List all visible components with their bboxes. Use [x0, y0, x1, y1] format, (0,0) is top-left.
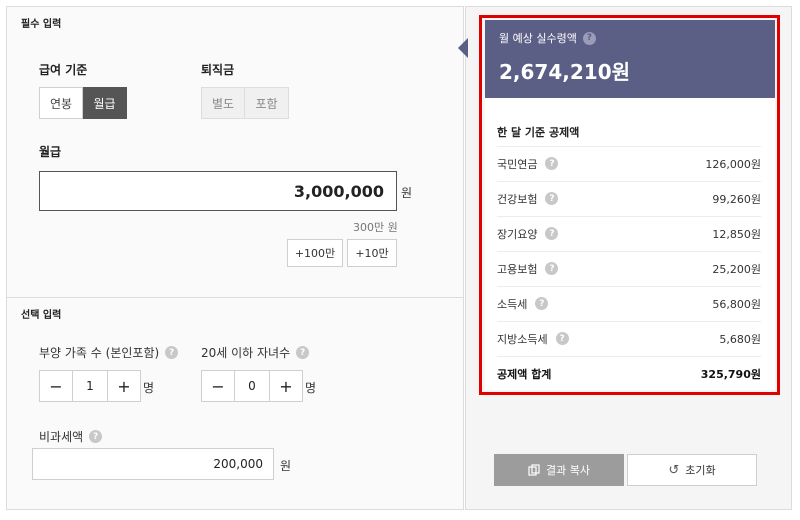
nontaxable-label-text: 비과세액 [39, 430, 84, 444]
required-section: 필수 입력 급여 기준 연봉 월급 퇴직금 별도 포함 월급 3,000,000… [7, 7, 463, 297]
monthly-salary-unit: 원 [401, 186, 413, 200]
children-label: 20세 이하 자녀수 ? [201, 344, 310, 361]
highlight-box [479, 15, 780, 395]
reset-label: 초기화 [685, 464, 716, 477]
nontaxable-label: 비과세액 ? [39, 428, 103, 445]
copy-result-button[interactable]: 결과 복사 [494, 454, 624, 486]
add-1m-button[interactable]: +100만 [287, 239, 343, 267]
input-panel: 필수 입력 급여 기준 연봉 월급 퇴직금 별도 포함 월급 3,000,000… [6, 6, 464, 510]
reset-button[interactable]: ↺ 초기화 [627, 454, 757, 486]
nontaxable-input[interactable]: 200,000 [32, 448, 274, 480]
children-value[interactable]: 0 [234, 371, 270, 401]
plus-icon[interactable]: + [108, 371, 140, 401]
dependents-label: 부양 가족 수 (본인포함) ? [39, 344, 179, 361]
monthly-salary-input[interactable]: 3,000,000 [39, 171, 397, 211]
dependents-stepper: − 1 + [39, 370, 141, 402]
question-icon[interactable]: ? [165, 346, 179, 359]
children-unit: 명 [305, 381, 317, 395]
optional-section-title: 선택 입력 [21, 310, 62, 321]
pay-basis-monthly-option[interactable]: 월급 [83, 87, 127, 119]
dependents-value[interactable]: 1 [72, 371, 108, 401]
pay-basis-annual-option[interactable]: 연봉 [39, 87, 83, 119]
question-icon[interactable]: ? [89, 430, 103, 443]
severance-toggle: 별도 포함 [201, 87, 289, 119]
severance-separate-option[interactable]: 별도 [201, 87, 245, 119]
minus-icon[interactable]: − [202, 371, 234, 401]
nontaxable-unit: 원 [280, 459, 292, 473]
panel-pointer [458, 38, 468, 58]
copy-icon [528, 464, 540, 476]
add-100k-button[interactable]: +10만 [347, 239, 397, 267]
required-section-title: 필수 입력 [21, 19, 62, 30]
pay-basis-label: 급여 기준 [39, 63, 88, 77]
pay-basis-toggle: 연봉 월급 [39, 87, 127, 119]
refresh-icon: ↺ [668, 462, 680, 478]
children-stepper: − 0 + [201, 370, 303, 402]
minus-icon[interactable]: − [40, 371, 72, 401]
question-icon[interactable]: ? [296, 346, 310, 359]
children-label-text: 20세 이하 자녀수 [201, 346, 291, 360]
copy-result-label: 결과 복사 [546, 464, 590, 477]
severance-included-option[interactable]: 포함 [245, 87, 289, 119]
dependents-unit: 명 [143, 381, 155, 395]
dependents-label-text: 부양 가족 수 (본인포함) [39, 346, 160, 360]
monthly-salary-hint: 300만 원 [353, 221, 398, 234]
severance-label: 퇴직금 [201, 63, 235, 77]
plus-icon[interactable]: + [270, 371, 302, 401]
monthly-salary-label: 월급 [39, 145, 62, 159]
